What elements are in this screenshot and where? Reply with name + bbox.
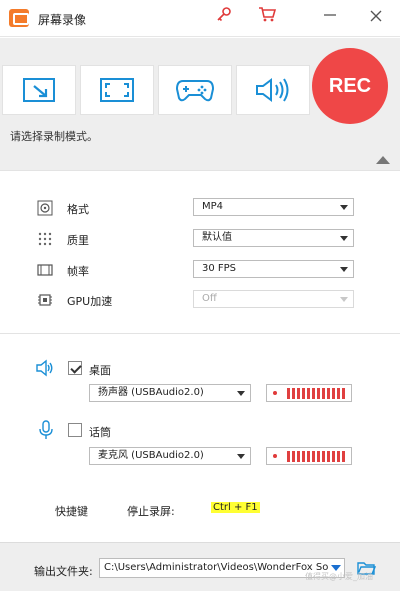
divider (0, 170, 400, 171)
mode-toolbar: REC 请选择录制模式。 (0, 38, 400, 170)
output-footer: 输出文件夹: C:\Users\Administrator\Videos\Won… (0, 542, 400, 591)
close-icon[interactable] (364, 6, 388, 30)
key-icon[interactable] (212, 6, 236, 30)
app-logo-icon (9, 9, 29, 27)
format-label: 格式 (67, 203, 89, 216)
hotkey-title: 快捷键 (55, 505, 88, 518)
region-mode-button[interactable] (2, 65, 76, 115)
watermark: 值得买@小爱_加油 (305, 572, 373, 581)
chevron-down-icon (340, 236, 348, 241)
mic-device-value: 麦克风 (USBAudio2.0) (98, 450, 204, 461)
cart-icon[interactable] (255, 6, 279, 30)
framerate-icon (37, 262, 53, 278)
format-icon (37, 200, 53, 216)
collapse-up-icon[interactable] (376, 156, 390, 164)
mode-hint: 请选择录制模式。 (10, 130, 98, 143)
quality-icon (37, 231, 53, 247)
mic-audio-checkbox[interactable] (68, 423, 82, 437)
framerate-label: 帧率 (67, 265, 89, 278)
level-dot (273, 391, 277, 395)
game-mode-button[interactable] (158, 65, 232, 115)
rec-button[interactable]: REC (312, 48, 388, 124)
gpu-select: Off (193, 290, 354, 308)
chevron-down-icon (340, 205, 348, 210)
mic-volume-meter (266, 447, 352, 465)
desktop-audio-label: 桌面 (89, 364, 111, 377)
framerate-select[interactable]: 30 FPS (193, 260, 354, 278)
hotkey-value[interactable]: Ctrl + F1 (211, 502, 260, 513)
format-value: MP4 (202, 201, 224, 212)
chevron-down-icon (340, 267, 348, 272)
quality-label: 质里 (67, 234, 89, 247)
level-bars (287, 388, 347, 399)
format-select[interactable]: MP4 (193, 198, 354, 216)
app-title: 屏幕录像 (38, 13, 87, 27)
chip-icon (37, 292, 53, 308)
gpu-label: GPU加速 (67, 295, 113, 308)
mic-audio-label: 话筒 (89, 426, 111, 439)
fullscreen-mode-button[interactable] (80, 65, 154, 115)
chevron-down-icon (237, 391, 245, 396)
quality-value: 默认值 (202, 232, 232, 243)
desktop-speaker-icon (36, 359, 54, 377)
quality-select[interactable]: 默认值 (193, 229, 354, 247)
level-dot (273, 454, 277, 458)
hotkey-action: 停止录屏: (127, 505, 175, 518)
desktop-device-select[interactable]: 扬声器 (USBAudio2.0) (89, 384, 251, 402)
desktop-device-value: 扬声器 (USBAudio2.0) (98, 387, 204, 398)
mic-device-select[interactable]: 麦克风 (USBAudio2.0) (89, 447, 251, 465)
audio-only-mode-button[interactable] (236, 65, 310, 115)
gpu-value: Off (202, 293, 217, 304)
title-bar: 屏幕录像 (0, 0, 400, 37)
divider (0, 333, 400, 334)
output-folder-label: 输出文件夹: (34, 565, 93, 578)
framerate-value: 30 FPS (202, 263, 237, 274)
desktop-volume-meter (266, 384, 352, 402)
level-bars (287, 451, 347, 462)
chevron-down-icon (237, 454, 245, 459)
chevron-down-icon (340, 297, 348, 302)
desktop-audio-checkbox[interactable] (68, 361, 82, 375)
microphone-icon (37, 420, 55, 439)
minimize-icon[interactable] (318, 6, 342, 30)
